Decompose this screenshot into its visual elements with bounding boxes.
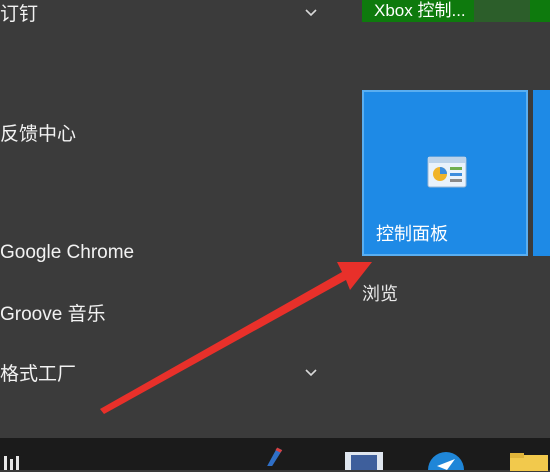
chevron-down-icon[interactable]	[304, 365, 318, 379]
folder-icon[interactable]	[508, 452, 550, 472]
app-item-google-chrome[interactable]: Google Chrome	[0, 231, 340, 275]
app-item-label: 订钉	[0, 3, 39, 25]
tile-partial[interactable]	[530, 0, 550, 22]
chevron-down-icon[interactable]	[304, 5, 318, 19]
xbox-tile-label: Xbox 控制...	[374, 1, 466, 20]
tile-group-label: 浏览	[362, 284, 398, 304]
app-item-label: 格式工厂	[0, 363, 77, 385]
control-panel-tile-label: 控制面板	[376, 224, 448, 244]
app-item-label: Groove 音乐	[0, 303, 106, 325]
xbox-tile[interactable]: Xbox 控制...	[362, 0, 530, 22]
app-item-groove-music[interactable]: Groove 音乐	[0, 290, 340, 334]
app-icon[interactable]	[343, 450, 385, 470]
taskbar	[0, 438, 550, 472]
control-panel-tile[interactable]: 控制面板	[362, 90, 528, 256]
app-item-label: 反馈中心	[0, 123, 77, 145]
xbox-tile-image	[474, 0, 530, 22]
app-item-dingding[interactable]: 订钉	[0, 0, 340, 34]
start-icon[interactable]	[2, 450, 26, 470]
app-item-feedback-hub[interactable]: 反馈中心	[0, 110, 340, 154]
pen-app-icon[interactable]	[258, 446, 288, 466]
tile-partial[interactable]	[533, 90, 550, 256]
app-item-format-factory[interactable]: 格式工厂	[0, 350, 340, 394]
app-item-label: Google Chrome	[0, 242, 135, 263]
control-panel-icon	[427, 156, 467, 188]
feedback-app-icon[interactable]	[425, 450, 467, 470]
